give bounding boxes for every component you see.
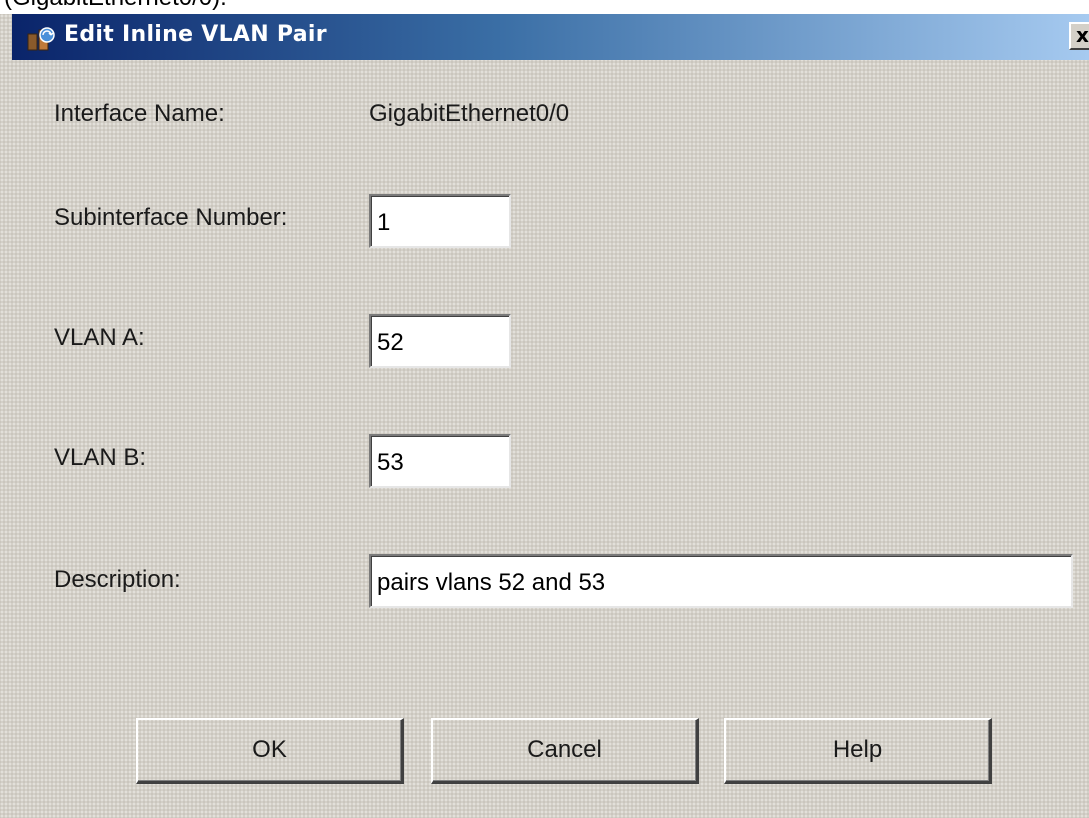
subinterface-number-field[interactable] bbox=[369, 194, 511, 248]
cancel-button[interactable]: Cancel bbox=[431, 718, 699, 784]
interface-name-value: GigabitEthernet0/0 bbox=[369, 100, 570, 127]
window-title: Edit Inline VLAN Pair bbox=[64, 22, 327, 47]
subinterface-number-label: Subinterface Number: bbox=[54, 204, 288, 231]
ok-button[interactable]: OK bbox=[136, 718, 404, 784]
edit-inline-vlan-pair-dialog: Edit Inline VLAN Pair x Interface Name: … bbox=[0, 14, 1089, 818]
vlan-a-field[interactable] bbox=[369, 314, 511, 368]
network-device-icon bbox=[26, 24, 56, 52]
close-icon: x bbox=[1076, 23, 1089, 47]
page: (GigabitEthernet0/0). Edit Inline VLAN P… bbox=[0, 0, 1089, 818]
page-caption: (GigabitEthernet0/0). bbox=[4, 0, 227, 12]
vlan-a-label: VLAN A: bbox=[54, 324, 145, 351]
description-label: Description: bbox=[54, 566, 181, 593]
cancel-button-label: Cancel bbox=[527, 736, 602, 763]
close-button[interactable]: x bbox=[1069, 22, 1089, 50]
vlan-b-field[interactable] bbox=[369, 434, 511, 488]
title-bar[interactable]: Edit Inline VLAN Pair x bbox=[12, 14, 1089, 60]
ok-button-label: OK bbox=[252, 736, 287, 763]
help-button-label: Help bbox=[832, 736, 883, 763]
description-field[interactable] bbox=[369, 554, 1073, 608]
help-button[interactable]: Help bbox=[724, 718, 992, 784]
interface-name-label: Interface Name: bbox=[54, 100, 225, 127]
vlan-b-label: VLAN B: bbox=[54, 444, 147, 471]
